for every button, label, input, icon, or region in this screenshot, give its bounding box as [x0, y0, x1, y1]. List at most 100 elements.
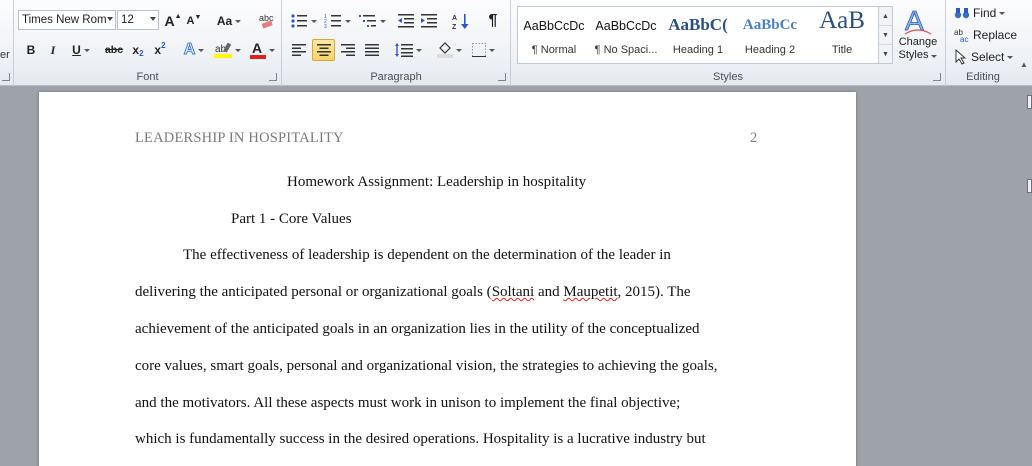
numbering-button[interactable]: 123	[321, 10, 353, 32]
font-size-combo[interactable]: 12	[117, 10, 159, 30]
vertical-ruler-markers	[1021, 95, 1032, 195]
style-no-spacing[interactable]: AaBbCcDc ¶ No Spaci...	[590, 7, 662, 63]
clipboard-launcher-icon[interactable]	[2, 73, 10, 81]
multilevel-list-button[interactable]	[356, 10, 388, 32]
align-right-button[interactable]	[337, 39, 359, 61]
clear-formatting-button[interactable]: abc	[256, 9, 278, 31]
underline-icon: U	[72, 43, 81, 57]
sort-button[interactable]: AZ	[450, 10, 472, 32]
svg-text:3: 3	[324, 24, 327, 29]
align-center-button[interactable]	[312, 39, 335, 61]
gallery-more-icon[interactable]: ▼	[879, 45, 892, 64]
paragraph-dialog-launcher-icon[interactable]	[498, 73, 506, 81]
bold-button[interactable]: B	[22, 39, 40, 61]
font-color-button[interactable]: A	[248, 39, 276, 61]
style-heading-1[interactable]: AaBbC( Heading 1	[662, 7, 734, 63]
style-sample: AaB	[819, 7, 865, 34]
replace-button[interactable]: ab ac Replace	[954, 26, 1017, 44]
shading-bucket-icon	[436, 42, 453, 58]
collapse-ribbon-icon[interactable]: ▲	[1020, 60, 1028, 69]
bullets-button[interactable]	[288, 10, 318, 32]
chevron-down-icon[interactable]	[107, 17, 113, 21]
clipboard-group-clipped: er	[0, 0, 14, 86]
change-styles-button[interactable]: A Change Styles	[895, 4, 941, 68]
svg-text:A: A	[905, 5, 924, 36]
ruler-marker[interactable]	[1027, 95, 1032, 109]
line-spacing-button[interactable]	[392, 39, 424, 61]
styles-dialog-launcher-icon[interactable]	[933, 73, 941, 81]
strikethrough-button[interactable]: abc	[102, 39, 126, 61]
paragraph-line: which is fundamentally success in the de…	[135, 431, 706, 447]
align-center-icon	[316, 44, 331, 56]
replace-label: Replace	[973, 28, 1018, 42]
document-title: Homework Assignment: Leadership in hospi…	[287, 174, 587, 190]
decrease-indent-icon	[398, 14, 414, 28]
superscript-button[interactable]: x2	[150, 39, 170, 61]
replace-icon: abac	[954, 28, 968, 43]
style-normal[interactable]: AaBbCcDc ¶ Normal	[518, 7, 590, 63]
change-styles-label-1: Change	[898, 36, 938, 48]
svg-text:abc: abc	[259, 13, 274, 23]
select-button[interactable]: Select	[954, 48, 1014, 66]
align-left-button[interactable]	[288, 39, 310, 61]
chevron-down-icon[interactable]	[150, 17, 156, 21]
justify-button[interactable]	[361, 39, 383, 61]
decrease-indent-button[interactable]	[396, 10, 416, 32]
style-name: ¶ No Spaci...	[594, 44, 658, 56]
style-heading-2[interactable]: AaBbCc Heading 2	[734, 7, 806, 63]
paragraph-line: The effectiveness of leadership is depen…	[183, 247, 671, 263]
style-name: Heading 1	[672, 44, 724, 56]
grow-font-button[interactable]: A ▲	[163, 10, 183, 32]
style-title[interactable]: AaB Title	[806, 7, 878, 63]
find-button[interactable]: Find	[954, 4, 1006, 22]
bold-icon: B	[26, 43, 36, 57]
find-label: Find	[973, 6, 997, 20]
running-head: LEADERSHIP IN HOSPITALITY	[135, 130, 344, 146]
gallery-down-icon[interactable]: ▼	[879, 26, 892, 45]
shrink-font-button[interactable]: A ▼	[185, 10, 203, 32]
font-group-label: Font	[136, 71, 159, 83]
borders-icon	[471, 43, 486, 57]
italic-button[interactable]: I	[44, 39, 62, 61]
styles-gallery-scroll: ▲ ▼ ▼	[879, 6, 893, 64]
numbering-icon: 123	[324, 14, 341, 29]
style-sample: AaBbCcDc	[523, 19, 585, 33]
font-name-value: Times New Rom	[22, 14, 107, 26]
change-styles-label-2: Styles	[895, 49, 941, 62]
borders-button[interactable]	[468, 39, 498, 61]
clipped-label: er	[0, 49, 10, 61]
style-name: Heading 2	[744, 44, 796, 56]
paragraph-line: and the motivators. All these aspects mu…	[135, 395, 681, 411]
change-case-button[interactable]: Aa	[215, 10, 243, 32]
bullets-icon	[290, 14, 307, 28]
shading-button[interactable]	[434, 39, 464, 61]
page-number: 2	[750, 130, 758, 146]
ruler-marker[interactable]	[1027, 179, 1032, 193]
highlighter-icon: ab	[213, 42, 232, 58]
spelling-error[interactable]: Maupetit	[563, 284, 617, 300]
italic-icon: I	[50, 42, 56, 57]
gallery-up-icon[interactable]: ▲	[879, 7, 892, 26]
text-effects-button[interactable]: A	[180, 39, 208, 61]
document-area: LEADERSHIP IN HOSPITALITY 2 Homework Ass…	[0, 87, 1032, 466]
editing-group-label: Editing	[966, 71, 1000, 83]
font-size-value: 12	[121, 14, 134, 26]
pilcrow-icon: ¶	[488, 12, 498, 29]
subscript-button[interactable]: x2	[128, 39, 148, 61]
styles-group-label: Styles	[713, 71, 743, 83]
grow-font-icon: A	[164, 13, 175, 29]
font-name-combo[interactable]: Times New Rom	[18, 10, 116, 30]
strikethrough-icon: abc	[104, 44, 124, 56]
binoculars-icon	[954, 8, 970, 19]
increase-indent-button[interactable]	[419, 10, 439, 32]
section-heading: Part 1 - Core Values	[231, 211, 352, 227]
spelling-error[interactable]: Soltani	[492, 284, 535, 300]
underline-button[interactable]: U	[66, 39, 96, 61]
change-case-icon: Aa	[216, 14, 233, 28]
multilevel-list-icon	[358, 15, 376, 27]
document-page[interactable]: LEADERSHIP IN HOSPITALITY 2 Homework Ass…	[39, 92, 856, 466]
highlight-button[interactable]: ab	[212, 39, 242, 61]
paragraph-line: delivering the anticipated personal or o…	[135, 284, 691, 300]
show-formatting-marks-button[interactable]: ¶	[483, 10, 503, 32]
font-dialog-launcher-icon[interactable]	[269, 73, 277, 81]
